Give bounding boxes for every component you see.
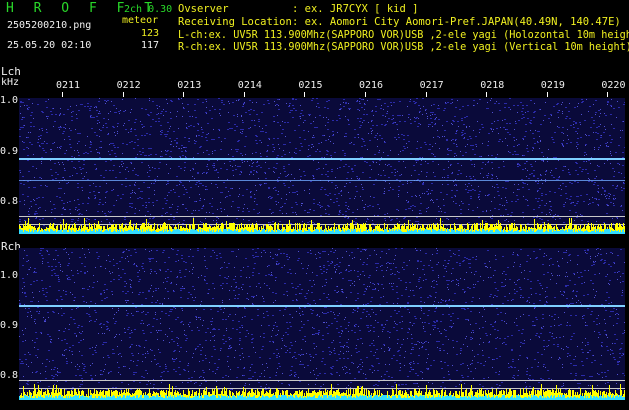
time-tick xyxy=(365,92,366,97)
time-tick xyxy=(304,92,306,97)
observer-value: : ex. JR7CYX [ kid ] xyxy=(292,3,419,15)
carrier-line xyxy=(19,305,625,307)
rch-ytick-0.9: 0.9 xyxy=(0,320,19,331)
time-tick xyxy=(546,92,548,97)
rch-ytick-0.8: 0.8 xyxy=(0,370,19,381)
rch-ytick-1.0: 1.0 xyxy=(0,270,19,281)
time-tick xyxy=(607,92,609,97)
lch-spectrogram-svg xyxy=(19,98,625,234)
location-label: Receiving Location xyxy=(178,16,292,28)
carrier-line xyxy=(19,158,625,160)
datetime-label: 25.05.20 02:10 xyxy=(7,40,92,51)
time-tick xyxy=(243,92,245,97)
rch-channel-label: Rch xyxy=(1,240,21,253)
time-label-0212: 0212 xyxy=(116,80,141,91)
time-tick xyxy=(425,92,427,97)
time-label-0219: 0219 xyxy=(540,80,565,91)
rch-count: 117 xyxy=(141,40,160,51)
location-value: : ex. Aomori City Aomori-Pref.JAPAN(40.4… xyxy=(292,16,621,28)
lch-spectrogram xyxy=(19,98,625,234)
time-label-0220: 0220 xyxy=(601,80,626,91)
lch-count: 123 xyxy=(141,28,160,39)
lch-unit-label: kHz xyxy=(1,77,20,88)
time-label-0213: 0213 xyxy=(177,80,202,91)
time-label-0217: 0217 xyxy=(419,80,444,91)
time-label-0211: 0211 xyxy=(56,80,81,91)
rch-spectrogram xyxy=(19,248,625,400)
lch-ytick-0.8: 0.8 xyxy=(0,196,19,207)
time-label-0215: 0215 xyxy=(298,80,323,91)
file-name: 2505200210.png xyxy=(7,20,92,31)
rch-description: R-ch:ex. UV5R 113.900Mhz(SAPPORO VOR)USB… xyxy=(178,42,629,53)
time-label-0218: 0218 xyxy=(480,80,505,91)
time-tick xyxy=(62,92,63,97)
lch-ytick-1.0: 1.0 xyxy=(0,95,19,106)
observer-label: Ovserver xyxy=(178,3,229,15)
rch-spectrogram-svg xyxy=(19,248,625,400)
mode-label: meteor xyxy=(122,15,159,26)
time-label-0216: 0216 xyxy=(359,80,384,91)
time-tick xyxy=(486,92,488,97)
time-label-0214: 0214 xyxy=(237,80,262,91)
time-tick xyxy=(183,92,185,97)
lch-ytick-0.9: 0.9 xyxy=(0,146,19,157)
time-tick xyxy=(122,92,124,97)
